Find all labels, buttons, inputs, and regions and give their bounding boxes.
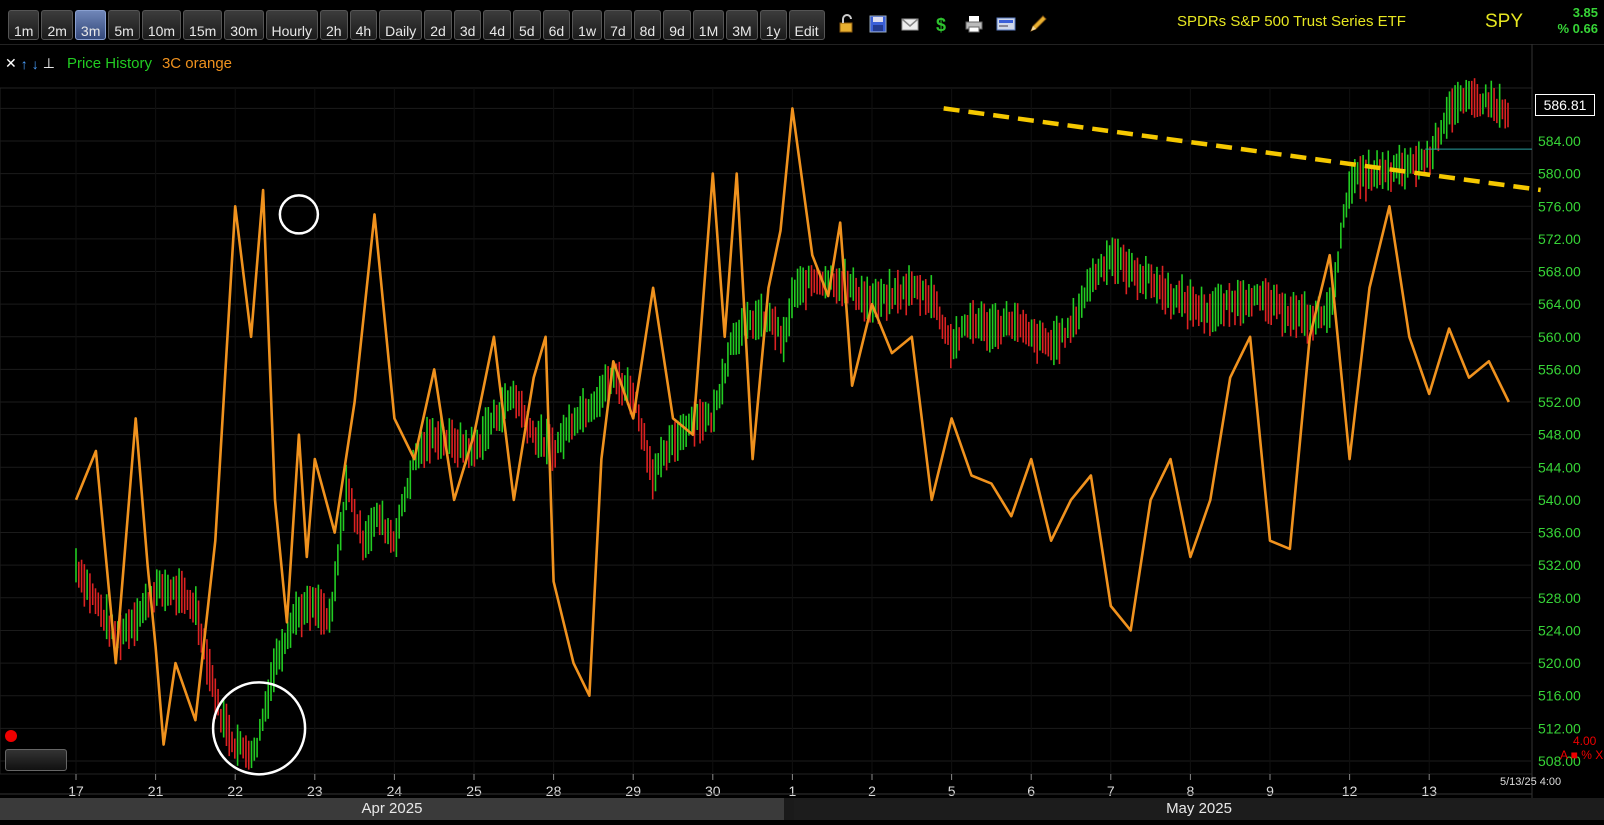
x-tick-label: 13 <box>1421 783 1437 798</box>
y-tick-label: 560.00 <box>1538 329 1581 345</box>
timeframe-3m[interactable]: 3M <box>726 10 758 40</box>
timeframe-4d[interactable]: 4d <box>483 10 511 40</box>
month-scroll-bar[interactable]: Apr 2025 May 2025 <box>0 798 1604 820</box>
x-tick-label: 1 <box>789 783 797 798</box>
timeframe-3d[interactable]: 3d <box>453 10 482 40</box>
y-tick-label: 528.00 <box>1538 590 1581 606</box>
x-tick-label: 28 <box>546 783 562 798</box>
ticker-symbol[interactable]: SPY <box>1485 11 1523 33</box>
etf-name: SPDRs S&P 500 Trust Series ETF <box>1177 13 1406 30</box>
timeframe-bar: 1m 2m 3m 5m 10m 15m 30m Hourly 2h 4h Daily 2d 3d 4d 5d… <box>8 10 825 40</box>
timeframe-8d[interactable]: 8d <box>633 10 662 40</box>
mail-icon[interactable] <box>900 14 920 34</box>
timeframe-15m[interactable]: 15m <box>183 10 223 40</box>
y-tick-label: 536.00 <box>1538 525 1581 541</box>
y-tick-label: 572.00 <box>1538 231 1581 247</box>
month-may[interactable]: May 2025 <box>794 798 1604 820</box>
x-tick-label: 23 <box>307 783 323 798</box>
y-tick-label: 532.00 <box>1538 557 1581 573</box>
timeframe-1m[interactable]: 1M <box>692 10 725 40</box>
toolbar: 1m 2m 3m 5m 10m 15m 30m Hourly 2h 4h Daily 2d 3d 4d 5d… <box>0 0 1604 45</box>
screen-icon[interactable] <box>996 14 1016 34</box>
timeframe-10m[interactable]: 10m <box>141 10 182 40</box>
timeframe-5d[interactable]: 5d <box>513 10 541 40</box>
x-tick-label: 21 <box>148 783 164 798</box>
x-tick-label: 7 <box>1107 783 1115 798</box>
y-tick-label: 580.00 <box>1538 166 1581 182</box>
y-tick-label: 540.00 <box>1538 492 1581 508</box>
timeframe-5m[interactable]: 5m <box>108 10 140 40</box>
alert-dot[interactable] <box>5 730 17 742</box>
timeframe-daily[interactable]: Daily <box>379 10 423 40</box>
close-icon[interactable]: ✕ <box>5 55 17 72</box>
y-tick-label: 556.00 <box>1538 361 1581 377</box>
legend-3c-orange[interactable]: 3C orange <box>162 55 232 72</box>
x-tick-label: 25 <box>466 783 482 798</box>
y-tick-label: 524.00 <box>1538 622 1581 638</box>
y-tick-label: 576.00 <box>1538 198 1581 214</box>
timestamp: 5/13/25 4:00 <box>1500 776 1562 788</box>
timeframe-1y[interactable]: 1y <box>759 10 787 40</box>
price-chart[interactable]: 508.00512.00516.00520.00524.00528.00532.… <box>0 44 1604 798</box>
timeframe-6d[interactable]: 6d <box>542 10 571 40</box>
x-tick-label: 8 <box>1187 783 1195 798</box>
timeframe-1w[interactable]: 1w <box>572 10 603 40</box>
y-tick-label: 564.00 <box>1538 296 1581 312</box>
tool-icons: $ <box>836 14 1048 34</box>
x-tick-label: 17 <box>68 783 84 798</box>
timeframe-3m[interactable]: 3m <box>74 10 107 40</box>
x-tick-label: 22 <box>227 783 243 798</box>
x-tick-label: 9 <box>1266 783 1274 798</box>
save-icon[interactable] <box>868 14 888 34</box>
y-tick-label: 552.00 <box>1538 394 1581 410</box>
timeframe-9d[interactable]: 9d <box>663 10 691 40</box>
legend-price-history[interactable]: Price History <box>67 55 152 72</box>
x-tick-label: 2 <box>868 783 876 798</box>
x-tick-label: 29 <box>625 783 641 798</box>
arrow-up-icon[interactable]: ↑ <box>21 56 28 72</box>
month-apr[interactable]: Apr 2025 <box>0 798 784 820</box>
last-price-tag: 586.81 <box>1535 94 1595 116</box>
y-tick-label: 516.00 <box>1538 688 1581 704</box>
y-tick-label: 548.00 <box>1538 427 1581 443</box>
x-tick-label: 24 <box>387 783 403 798</box>
mini-toggle-button[interactable] <box>5 749 67 771</box>
dollar-icon[interactable]: $ <box>932 14 952 34</box>
sub-panel-value: 4.00 <box>1573 734 1597 748</box>
timeframe-1m[interactable]: 1m <box>8 10 40 40</box>
arrow-down-icon[interactable]: ↓ <box>32 56 39 72</box>
y-tick-label: 584.00 <box>1538 133 1581 149</box>
x-tick-label: 12 <box>1342 783 1358 798</box>
sub-panel-controls[interactable]: A ■ % X <box>1560 748 1603 762</box>
percent-change: % 0.66 <box>1557 21 1598 36</box>
timeframe-hourly[interactable]: Hourly <box>265 10 318 40</box>
timeframe-edit[interactable]: Edit <box>788 10 825 40</box>
timeframe-2h[interactable]: 2h <box>319 10 348 40</box>
x-tick-label: 6 <box>1027 783 1035 798</box>
legend: ✕ ↑ ↓ ⊥ Price History 3C orange <box>5 55 232 72</box>
unlock-icon[interactable] <box>836 14 856 34</box>
x-tick-label: 5 <box>948 783 956 798</box>
timeframe-4h[interactable]: 4h <box>349 10 378 40</box>
price-change: 3.85 <box>1572 5 1598 20</box>
y-tick-label: 520.00 <box>1538 655 1581 671</box>
pin-icon[interactable]: ⊥ <box>43 55 55 72</box>
y-tick-label: 544.00 <box>1538 459 1581 475</box>
timeframe-2d[interactable]: 2d <box>424 10 452 40</box>
pencil-icon[interactable] <box>1028 14 1048 34</box>
print-icon[interactable] <box>964 14 984 34</box>
timeframe-2m[interactable]: 2m <box>41 10 73 40</box>
x-tick-label: 30 <box>705 783 721 798</box>
y-tick-label: 568.00 <box>1538 264 1581 280</box>
timeframe-7d[interactable]: 7d <box>604 10 632 40</box>
timeframe-30m[interactable]: 30m <box>224 10 264 40</box>
svg-text:$: $ <box>936 15 946 34</box>
